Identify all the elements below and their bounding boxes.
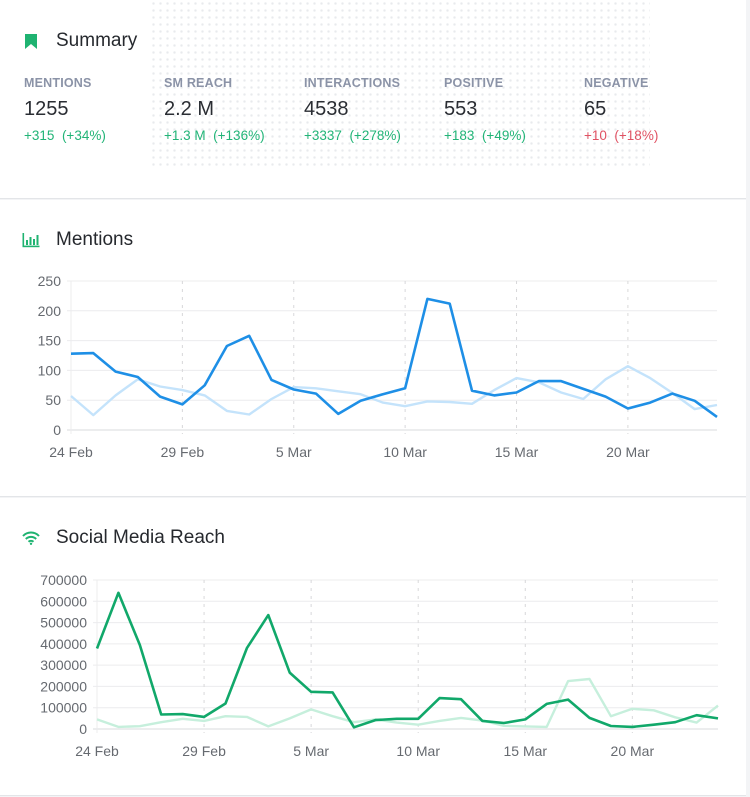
stat-value: 65 xyxy=(584,98,607,120)
y-tick-label: 700000 xyxy=(40,572,87,588)
x-tick-label: 20 Mar xyxy=(611,743,655,759)
stat-change: +3337 (+278%) xyxy=(304,128,444,143)
stat-sm-reach[interactable]: SM REACH 2.2 M +1.3 M (+136%) xyxy=(164,76,304,143)
x-tick-label: 24 Feb xyxy=(75,743,119,759)
stat-negative[interactable]: NEGATIVE 65 +10 (+18%) xyxy=(584,76,724,143)
series-line-current[interactable] xyxy=(95,591,719,729)
x-tick-label: 20 Mar xyxy=(606,444,650,460)
bookmark-icon xyxy=(22,32,40,50)
stat-change: +183 (+49%) xyxy=(444,128,584,143)
stat-change: +315 (+34%) xyxy=(24,128,164,143)
stat-change-pct: (+18%) xyxy=(614,128,659,143)
social-media-reach-chart[interactable]: 0 100000 200000 300000 400000 500000 600000 700… xyxy=(0,498,746,795)
y-tick-label: 500000 xyxy=(40,615,87,631)
stat-change-pct: (+136%) xyxy=(213,128,265,143)
y-tick-label: 600000 xyxy=(40,593,87,609)
x-tick-label: 15 Mar xyxy=(495,444,539,460)
summary-card: Summary MENTIONS 1255 +315 (+34%) SM REA… xyxy=(0,0,746,199)
summary-title-text: Summary xyxy=(56,30,138,51)
stat-change: +10 (+18%) xyxy=(584,128,724,143)
stat-change-abs: +315 xyxy=(24,128,55,143)
y-tick-label: 200000 xyxy=(40,678,87,694)
stat-change-pct: (+278%) xyxy=(349,128,401,143)
stat-interactions[interactable]: INTERACTIONS 4538 +3337 (+278%) xyxy=(304,76,444,143)
stat-value: 4538 xyxy=(304,98,349,120)
y-tick-label: 100000 xyxy=(40,700,87,716)
y-tick-label: 100 xyxy=(38,362,62,378)
x-tick-label: 10 Mar xyxy=(383,444,427,460)
y-tick-label: 150 xyxy=(38,333,62,349)
x-tick-label: 5 Mar xyxy=(293,743,329,759)
series-line-current[interactable] xyxy=(70,297,718,418)
stat-change-pct: (+49%) xyxy=(481,128,526,143)
stat-value: 1255 xyxy=(24,98,69,120)
mentions-chart[interactable]: 0 50 100 150 200 250 24 Feb 29 Feb 5 Mar 10 Mar 15… xyxy=(0,200,746,496)
y-tick-label: 400000 xyxy=(40,636,87,652)
stat-positive[interactable]: POSITIVE 553 +183 (+49%) xyxy=(444,76,584,143)
x-tick-label: 24 Feb xyxy=(49,444,93,460)
stat-label: NEGATIVE xyxy=(584,76,649,90)
stat-change-pct: (+34%) xyxy=(61,128,106,143)
x-tick-label: 10 Mar xyxy=(396,743,440,759)
stat-change-abs: +1.3 M xyxy=(164,128,206,143)
stat-change: +1.3 M (+136%) xyxy=(164,128,304,143)
y-tick-label: 200 xyxy=(38,303,62,319)
x-tick-label: 29 Feb xyxy=(182,743,226,759)
stat-value: 553 xyxy=(444,98,478,120)
x-tick-label: 15 Mar xyxy=(503,743,547,759)
social-media-reach-card: Social Media Reach 0 100000 200000 300000 40… xyxy=(0,498,746,796)
stat-value: 2.2 M xyxy=(164,98,215,120)
stat-change-abs: +10 xyxy=(584,128,607,143)
stat-label: POSITIVE xyxy=(444,76,504,90)
stat-change-abs: +183 xyxy=(444,128,475,143)
y-tick-label: 50 xyxy=(45,392,61,408)
y-tick-label: 0 xyxy=(53,422,61,438)
x-tick-label: 29 Feb xyxy=(161,444,205,460)
stat-mentions[interactable]: MENTIONS 1255 +315 (+34%) xyxy=(24,76,164,143)
stat-label: MENTIONS xyxy=(24,76,92,90)
stat-change-abs: +3337 xyxy=(304,128,342,143)
mentions-card: Mentions 0 50 100 150 200 250 24 Feb 29 Feb 5 Ma… xyxy=(0,200,746,497)
y-tick-label: 300000 xyxy=(40,657,87,673)
x-tick-label: 5 Mar xyxy=(276,444,312,460)
y-tick-label: 0 xyxy=(79,721,87,737)
stat-label: INTERACTIONS xyxy=(304,76,401,90)
summary-stats: MENTIONS 1255 +315 (+34%) SM REACH 2.2 M… xyxy=(24,76,724,143)
y-tick-label: 250 xyxy=(38,273,62,289)
summary-title: Summary xyxy=(22,30,137,52)
stat-label: SM REACH xyxy=(164,76,233,90)
